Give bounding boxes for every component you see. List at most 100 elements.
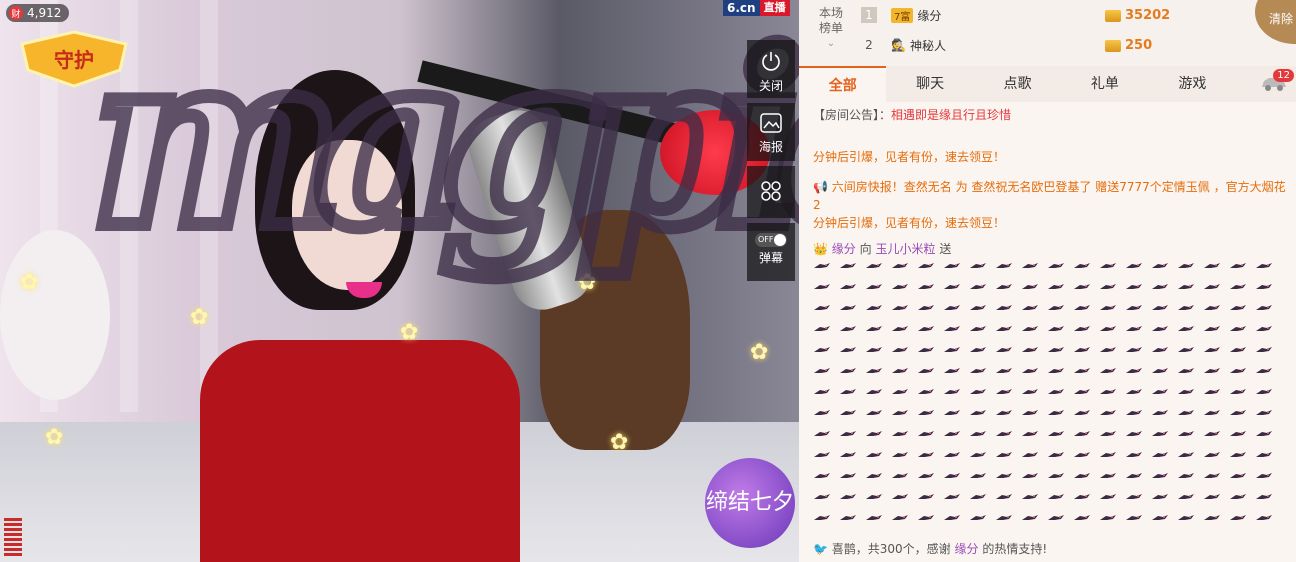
streamer-dress (200, 340, 520, 562)
magpie-icon (892, 284, 908, 289)
chat-tabs: 全部 聊天 点歌 礼单 游戏 (799, 66, 1296, 102)
rank-coins-value: 35202 (1125, 8, 1171, 23)
magpie-icon (814, 284, 830, 289)
gift-target[interactable]: 玉儿小米粒 (875, 242, 935, 256)
magpie-icon (918, 368, 934, 373)
magpie-icon (944, 473, 960, 478)
magpie-icon (996, 305, 1012, 310)
magpie-icon (814, 494, 830, 499)
magpie-icon (840, 431, 856, 436)
magpie-icon (1022, 263, 1038, 268)
magpie-icon (892, 389, 908, 394)
magpie-icon (866, 326, 882, 331)
magpie-gift-grid (813, 262, 1291, 532)
promo-line: 分钟后引爆，见者有份，速去领豆！ (813, 150, 1006, 164)
tab-gifts[interactable]: 礼单 (1061, 66, 1148, 102)
toggle-icon[interactable]: OFF (755, 233, 787, 247)
magpie-icon (1204, 326, 1220, 331)
magpie-icon (1152, 431, 1168, 436)
magpie-icon (1230, 284, 1246, 289)
magpie-icon (996, 431, 1012, 436)
apps-button[interactable] (747, 166, 795, 218)
magpie-icon (1204, 473, 1220, 478)
tab-games[interactable]: 游戏 (1149, 66, 1236, 102)
close-button[interactable]: 关闭 (747, 40, 795, 98)
magpie-icon (1204, 389, 1220, 394)
magpie-icon (840, 347, 856, 352)
magpie-icon (1256, 389, 1272, 394)
magpie-icon (1152, 284, 1168, 289)
magpie-icon (918, 494, 934, 499)
magpie-icon (840, 263, 856, 268)
magpie-icon (1178, 347, 1194, 352)
magpie-icon (1100, 515, 1116, 520)
magpie-icon (944, 515, 960, 520)
magpie-icon (1152, 473, 1168, 478)
guard-shield-icon[interactable]: 守护 (12, 30, 136, 88)
danmu-label: 弹幕 (758, 251, 783, 265)
magpie-icon (1152, 305, 1168, 310)
magpie-icon (918, 389, 934, 394)
magpie-icon (944, 347, 960, 352)
magpie-icon (1152, 368, 1168, 373)
danmu-toggle[interactable]: OFF 弹幕 (747, 223, 795, 281)
flash-news: 📢 六间房快报！查然无名 为 查然祝无名欧巴登基了 赠送7777个定情玉佩 ，官… (813, 178, 1291, 232)
magpie-icon (996, 515, 1012, 520)
magpie-icon (1152, 347, 1168, 352)
site-logo[interactable]: 6.cn 直播 (723, 0, 790, 16)
flash-line1: 六间房快报！查然无名 为 查然祝无名欧巴登基了 赠送7777个定情玉佩 ，官方大… (813, 180, 1286, 212)
footer-suffix: 的热情支持! (982, 542, 1048, 556)
magpie-icon (1230, 305, 1246, 310)
ranking-title[interactable]: 本场 榜单 ⌄ (811, 6, 851, 51)
magpie-icon (1178, 368, 1194, 373)
magpie-icon (866, 473, 882, 478)
magpie-icon (1022, 452, 1038, 457)
magpie-icon (1100, 326, 1116, 331)
magpie-icon (918, 326, 934, 331)
magpie-icon (1256, 515, 1272, 520)
sparkle-icon: ✿ (190, 305, 209, 330)
video-stream[interactable]: ✿ ✿ ✿ ✿ ✿ ✿ ✿ magpie 财 4,912 守护 6.cn 直播 … (0, 0, 799, 562)
tab-all[interactable]: 全部 (799, 66, 887, 102)
magpie-icon (970, 263, 986, 268)
magpie-icon (1074, 326, 1090, 331)
ranking-row[interactable]: 2 🕵 神秘人 (861, 34, 946, 56)
tab-chat[interactable]: 聊天 (886, 66, 973, 102)
magpie-icon (1178, 452, 1194, 457)
magpie-icon (1152, 389, 1168, 394)
ranking-row[interactable]: 1 7富 缘分 (861, 4, 941, 26)
magpie-icon (892, 431, 908, 436)
qixi-event-badge[interactable]: 缔结七夕 (705, 458, 795, 548)
clear-button[interactable]: 清除 (1255, 0, 1296, 44)
poster-icon (760, 113, 782, 133)
magpie-icon (944, 431, 960, 436)
rank-coins: 35202 (1105, 8, 1170, 23)
tab-song[interactable]: 点歌 (974, 66, 1061, 102)
coin-icon (1105, 39, 1121, 52)
footer-user[interactable]: 缘分 (955, 542, 979, 556)
gift-sender[interactable]: 缘分 (832, 242, 856, 256)
wealth-badge: 财 4,912 (6, 4, 70, 22)
magpie-icon (866, 494, 882, 499)
magpie-icon (944, 452, 960, 457)
poster-button[interactable]: 海报 (747, 103, 795, 161)
magpie-icon (1230, 494, 1246, 499)
magpie-icon (1126, 410, 1142, 415)
magpie-icon (1048, 368, 1064, 373)
magpie-icon (814, 263, 830, 268)
magpie-icon (840, 326, 856, 331)
magpie-icon (866, 263, 882, 268)
rank-coins-value: 250 (1125, 38, 1153, 53)
magpie-icon (1048, 347, 1064, 352)
magpie-icon (892, 305, 908, 310)
magpie-icon (1152, 410, 1168, 415)
sparkle-icon: ✿ (20, 270, 39, 295)
mystery-user-icon: 🕵 (891, 38, 906, 52)
magpie-icon (970, 494, 986, 499)
magpie-icon (892, 368, 908, 373)
chat-feed: 【房间公告】：相遇即是缘且行且珍惜 分钟后引爆，见者有份，速去领豆！ 📢 六间房… (813, 106, 1291, 532)
magpie-icon (866, 347, 882, 352)
rank-user: 缘分 (917, 8, 942, 23)
magpie-icon (866, 368, 882, 373)
magpie-icon (970, 326, 986, 331)
